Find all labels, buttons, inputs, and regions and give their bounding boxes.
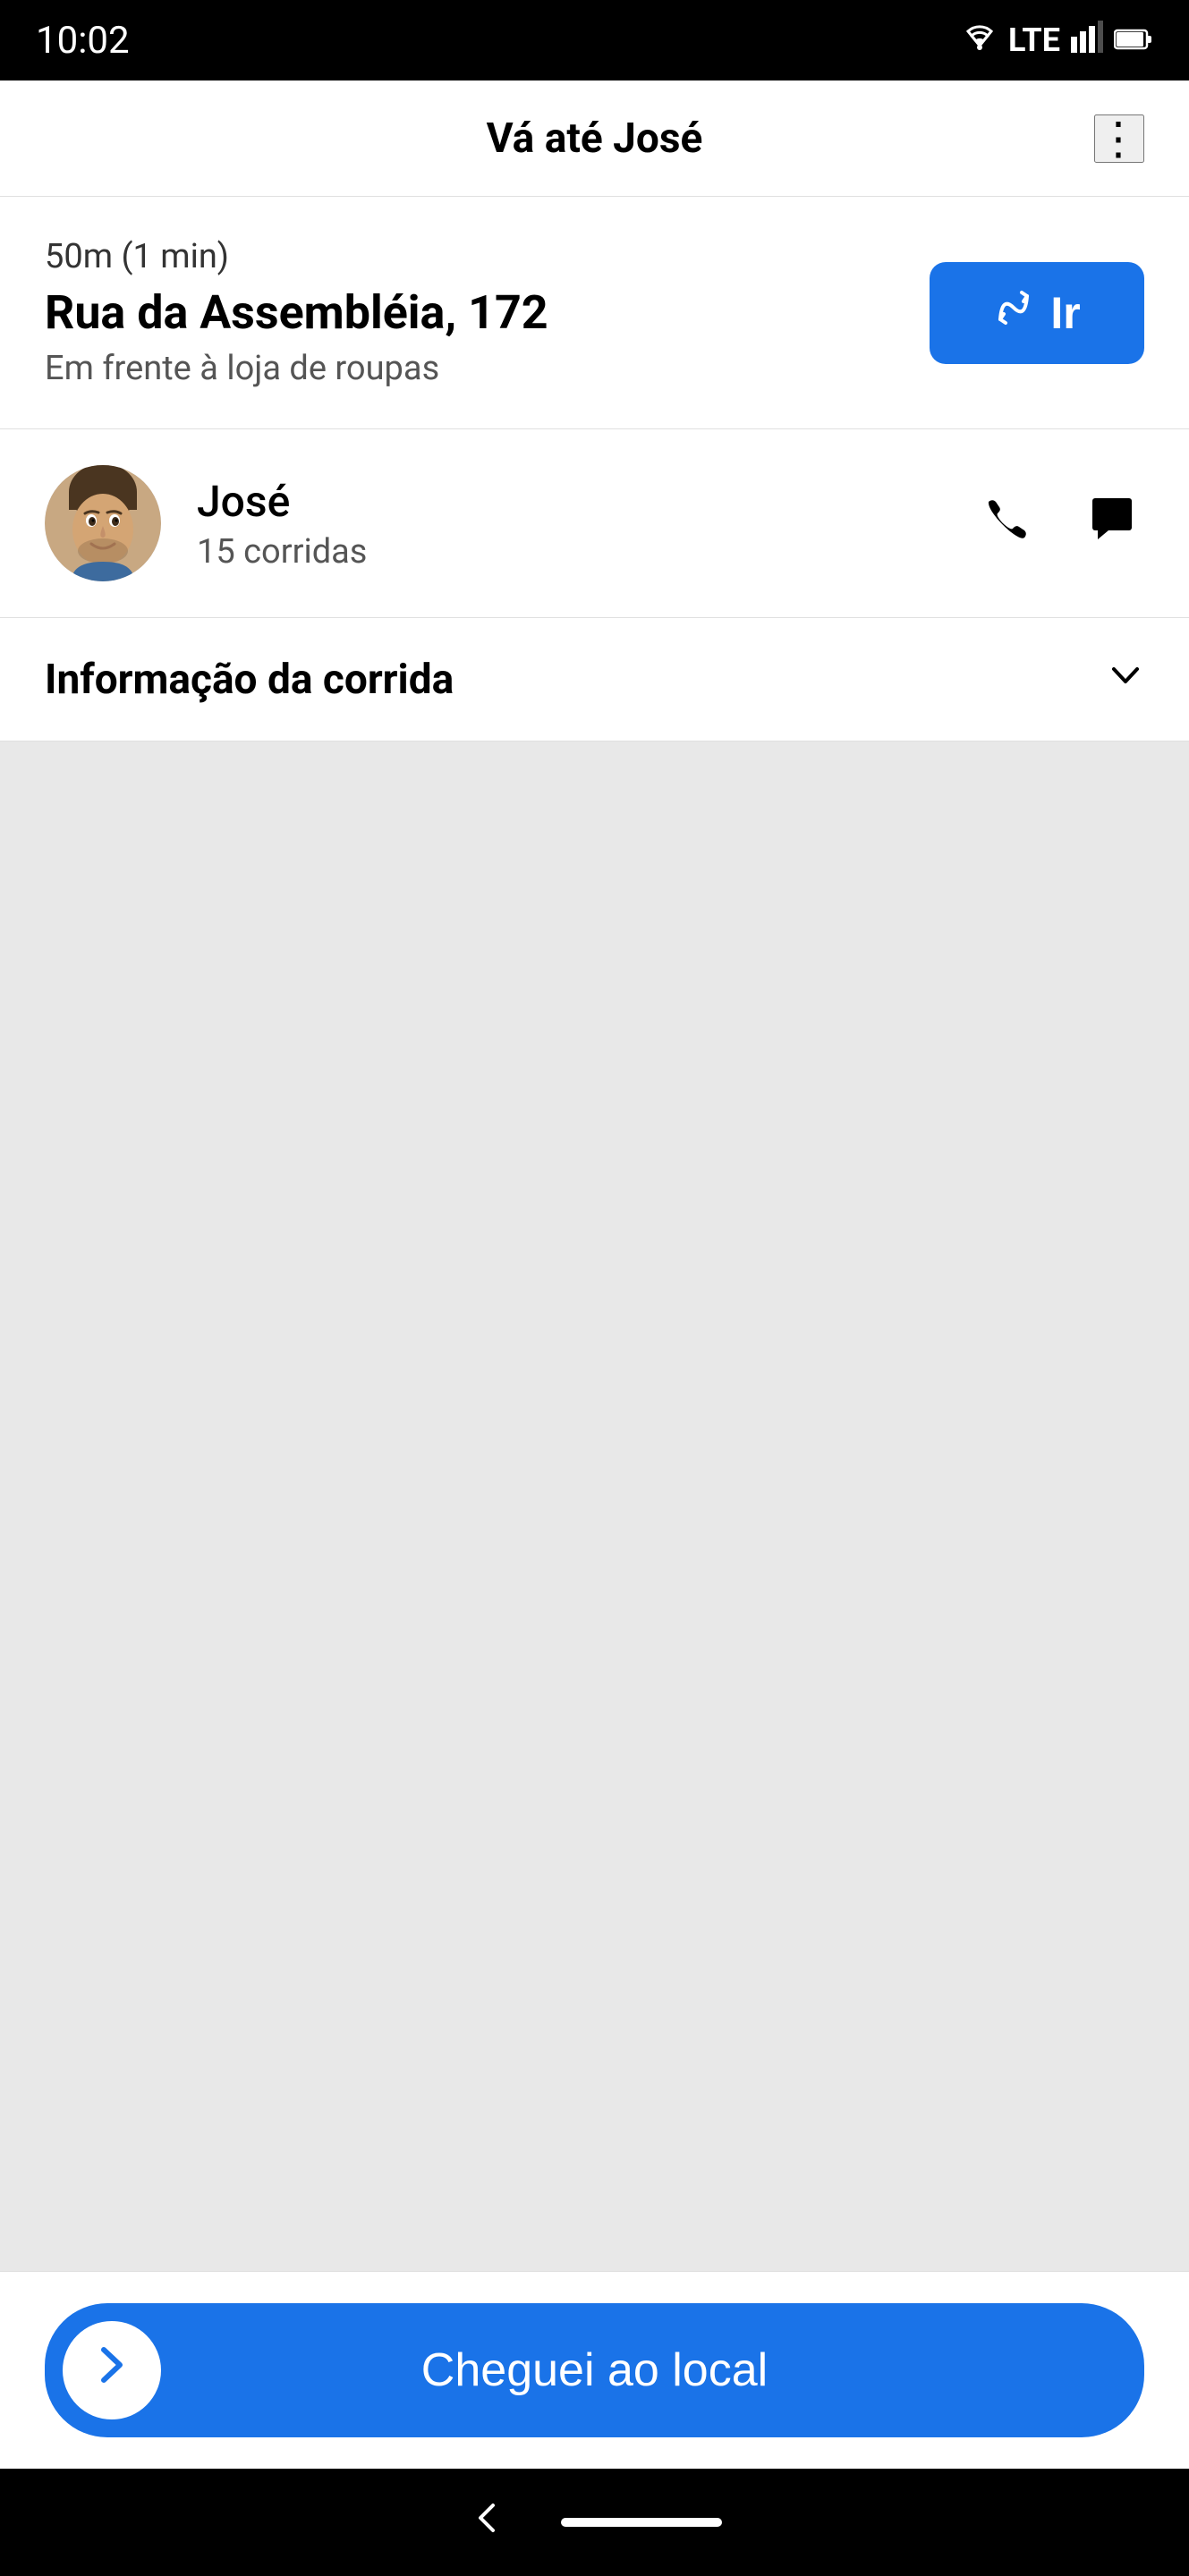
destination-note: Em frente à loja de roupas — [45, 349, 930, 388]
go-button[interactable]: Ir — [930, 262, 1144, 364]
status-time: 10:02 — [36, 19, 130, 63]
status-bar: 10:02 LTE — [0, 0, 1189, 80]
home-indicator — [561, 2518, 722, 2527]
menu-button[interactable]: ⋮ — [1094, 114, 1144, 163]
lte-label: LTE — [1008, 21, 1060, 59]
arrived-button-label: Cheguei ao local — [161, 2343, 1028, 2397]
avatar — [45, 465, 161, 581]
nav-bar — [0, 2469, 1189, 2576]
map-area — [0, 741, 1189, 2271]
driver-actions — [971, 486, 1144, 562]
arrived-button[interactable]: Cheguei ao local — [45, 2303, 1144, 2437]
app-bar: Vá até José ⋮ — [0, 80, 1189, 197]
app-bar-title: Vá até José — [487, 114, 703, 163]
signal-icon — [1071, 21, 1103, 61]
chevron-down-icon — [1107, 654, 1144, 705]
driver-rides: 15 corridas — [197, 532, 935, 572]
driver-name: José — [197, 476, 935, 527]
chevron-right-icon — [88, 2341, 136, 2401]
destination-distance: 50m (1 min) — [45, 237, 930, 276]
phone-icon — [980, 500, 1026, 552]
ride-info-section[interactable]: Informação da corrida — [0, 618, 1189, 741]
chat-button[interactable] — [1080, 486, 1144, 562]
destination-address: Rua da Assembléia, 172 — [45, 285, 930, 340]
bottom-action: Cheguei ao local — [0, 2271, 1189, 2469]
route-icon — [993, 287, 1034, 338]
destination-info: 50m (1 min) Rua da Assembléia, 172 Em fr… — [45, 237, 930, 388]
driver-info: José 15 corridas — [197, 476, 935, 572]
chat-icon — [1089, 500, 1135, 552]
back-arrow-icon[interactable] — [468, 2498, 507, 2547]
status-icons: LTE — [962, 21, 1153, 61]
battery-icon — [1114, 21, 1153, 59]
driver-section: José 15 corridas — [0, 429, 1189, 618]
wifi-icon — [962, 21, 998, 60]
go-button-label: Ir — [1050, 287, 1080, 339]
ride-info-label: Informação da corrida — [45, 656, 454, 704]
call-button[interactable] — [971, 486, 1035, 562]
destination-section: 50m (1 min) Rua da Assembléia, 172 Em fr… — [0, 197, 1189, 429]
arrived-button-circle — [63, 2321, 161, 2419]
main-content: Vá até José ⋮ 50m (1 min) Rua da Assembl… — [0, 80, 1189, 2469]
